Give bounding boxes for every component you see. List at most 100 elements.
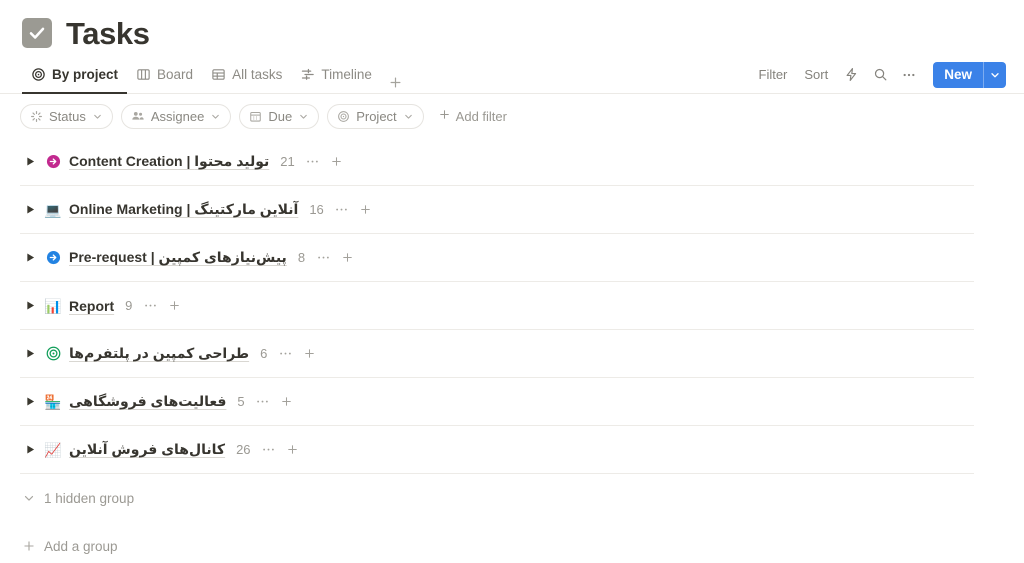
chevron-down-icon [298,111,309,122]
new-button-chevron-down-icon[interactable] [984,62,1006,88]
table-row[interactable]: Content Creation | تولید محتوا 21 [20,138,974,186]
chevron-down-icon [210,111,221,122]
group-count: 9 [125,298,133,313]
target-icon [337,110,350,123]
add-filter-label: Add filter [455,108,507,124]
view-toolbar: Filter Sort New [752,61,1006,88]
ellipsis-icon[interactable] [332,200,352,220]
table-row[interactable]: طراحی کمپین در پلتفرم‌ها 6 [20,330,974,378]
status-spinner-icon [30,110,43,123]
table-row[interactable]: 🏪 فعالیت‌های فروشگاهی 5 [20,378,974,426]
search-icon[interactable] [867,63,893,87]
hidden-group-toggle[interactable]: 1 hidden group [0,474,1024,522]
tab-label: Timeline [321,67,372,82]
expand-collapse-triangle-icon[interactable] [20,296,40,316]
filter-chip-label: Status [49,108,86,124]
group-name[interactable]: Online Marketing | آنلاین مارکتینگ [69,201,298,218]
tab-timeline[interactable]: Timeline [291,56,381,93]
filter-chip-assignee[interactable]: Assignee [120,103,232,129]
timeline-icon [300,67,315,82]
group-count: 21 [280,154,295,169]
people-icon [131,109,145,123]
filter-chip-label: Due [268,108,293,124]
checkbox-checked-icon [22,18,52,48]
ellipsis-icon[interactable] [303,152,323,172]
chart-increasing-emoji-icon: 📈 [44,441,62,458]
tab-by-project[interactable]: By project [22,56,128,94]
arrow-circle-right-icon [42,152,64,172]
more-options-icon[interactable] [896,63,922,87]
add-view-button[interactable] [385,71,407,93]
add-task-plus-icon[interactable] [299,344,319,364]
group-name[interactable]: Content Creation | تولید محتوا [69,153,269,170]
table-icon [211,67,226,82]
chevron-down-icon [92,111,103,122]
hidden-group-label: 1 hidden group [44,490,135,506]
add-task-plus-icon[interactable] [337,248,357,268]
chevron-down-icon [22,491,36,505]
expand-collapse-triangle-icon[interactable] [20,440,40,460]
expand-collapse-triangle-icon[interactable] [20,200,40,220]
expand-collapse-triangle-icon[interactable] [20,152,40,172]
ellipsis-icon[interactable] [253,392,273,412]
ellipsis-icon[interactable] [259,440,279,460]
tab-label: Board [157,67,194,82]
add-task-plus-icon[interactable] [327,152,347,172]
filter-button[interactable]: Filter [752,63,795,86]
view-tabs: By project Board All tasks Timeline [22,56,407,94]
lightning-bolt-icon[interactable] [838,63,864,87]
convenience-store-emoji-icon: 🏪 [44,393,62,410]
bar-chart-emoji-icon: 📊 [44,297,62,314]
group-name[interactable]: طراحی کمپین در پلتفرم‌ها [69,345,249,362]
sort-button[interactable]: Sort [797,63,835,86]
group-name[interactable]: Report [69,298,114,314]
group-name[interactable]: Pre-request | پیش‌نیازهای کمپین [69,249,287,266]
ellipsis-icon[interactable] [275,344,295,364]
add-filter-button[interactable]: Add filter [432,104,513,129]
expand-collapse-triangle-icon[interactable] [20,248,40,268]
plus-icon [438,108,451,124]
board-columns-icon [136,67,151,82]
group-name[interactable]: کانال‌های فروش آنلاین [69,441,225,458]
group-count: 8 [297,250,306,265]
new-button[interactable]: New [933,62,983,88]
group-count: 16 [309,202,324,217]
table-row[interactable]: Pre-request | پیش‌نیازهای کمپین 8 [20,234,974,282]
calendar-icon [249,110,262,123]
filter-chip-label: Project [356,108,397,124]
add-task-plus-icon[interactable] [356,200,376,220]
filter-chip-label: Assignee [150,108,205,124]
view-tab-bar: By project Board All tasks Timeline Filt… [0,56,1024,94]
tab-label: By project [52,67,119,82]
table-row[interactable]: 💻 Online Marketing | آنلاین مارکتینگ 16 [20,186,974,234]
group-count: 5 [237,394,245,409]
filter-chip-bar: Status Assignee Due Project Add filter [0,94,1024,138]
filter-chip-project[interactable]: Project [327,103,424,129]
chevron-down-icon [403,111,414,122]
page-title: Tasks [66,15,150,51]
ellipsis-icon[interactable] [140,296,160,316]
group-count: 26 [236,442,251,457]
add-task-plus-icon[interactable] [283,440,303,460]
arrow-circle-right-icon [42,248,64,268]
group-count: 6 [260,346,268,361]
add-group-label: Add a group [44,538,118,554]
add-task-plus-icon[interactable] [277,392,297,412]
ellipsis-icon[interactable] [313,248,333,268]
tab-board[interactable]: Board [127,56,202,93]
expand-collapse-triangle-icon[interactable] [20,344,40,364]
expand-collapse-triangle-icon[interactable] [20,392,40,412]
add-group-button[interactable]: Add a group [0,522,1024,563]
add-task-plus-icon[interactable] [164,296,184,316]
laptop-emoji-icon: 💻 [44,201,62,218]
tab-all-tasks[interactable]: All tasks [202,56,291,93]
bullseye-target-icon [42,344,64,364]
table-row[interactable]: 📈 کانال‌های فروش آنلاین 26 [20,426,974,474]
table-row[interactable]: 📊 Report 9 [20,282,974,330]
tab-label: All tasks [232,67,283,82]
filter-chip-due[interactable]: Due [239,103,320,129]
plus-icon [22,539,36,553]
group-name[interactable]: فعالیت‌های فروشگاهی [69,393,226,410]
page-header: Tasks [0,0,1024,56]
filter-chip-status[interactable]: Status [20,103,113,129]
